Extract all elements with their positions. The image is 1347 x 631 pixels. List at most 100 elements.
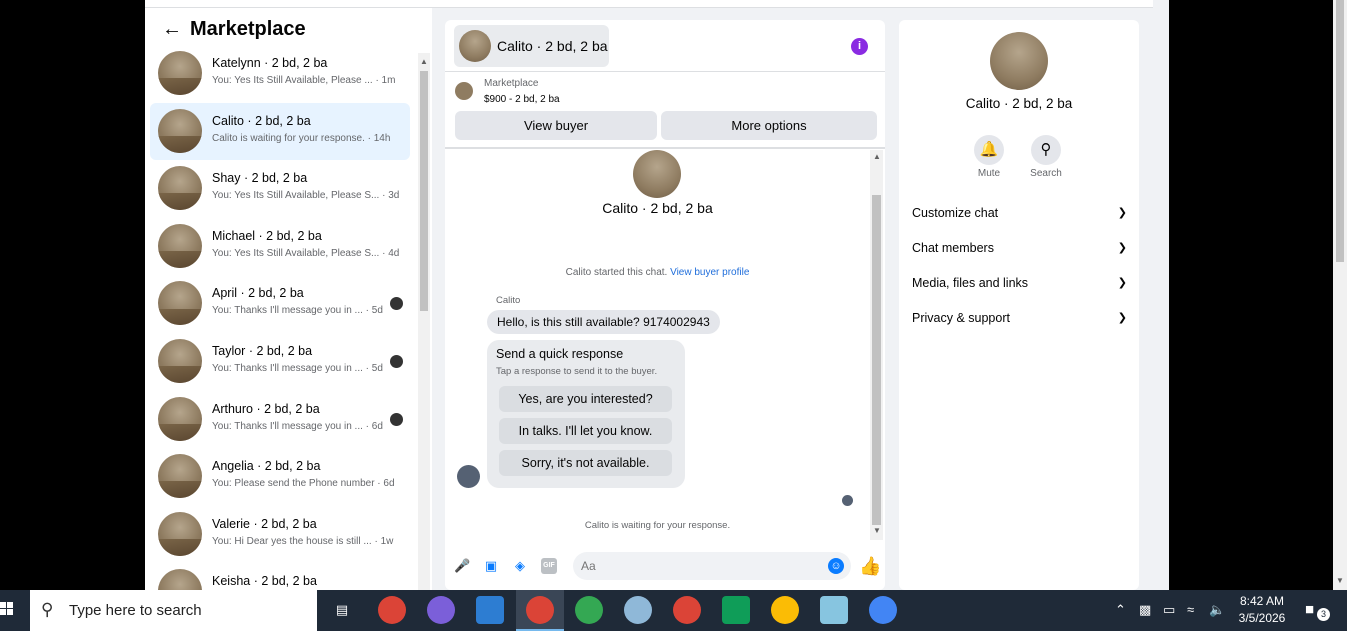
started-text: Calito started this chat. bbox=[565, 267, 668, 278]
conversation-item[interactable]: Keisha · 2 bd, 2 ba bbox=[150, 563, 410, 590]
chrome-icon[interactable] bbox=[869, 596, 897, 624]
conversation-item[interactable]: April · 2 bd, 2 ba You: Thanks I'll messa… bbox=[150, 275, 410, 333]
windows-start-icon[interactable] bbox=[0, 602, 14, 618]
thumbs-up-icon[interactable]: 👍 bbox=[859, 556, 881, 577]
listing-thumbnail bbox=[455, 82, 473, 100]
panel-header: ← Marketplace bbox=[145, 8, 432, 48]
conversation-item[interactable]: Valerie · 2 bd, 2 ba You: Hi Dear yes the… bbox=[150, 506, 410, 564]
quick-response-interested[interactable]: Yes, are you interested? bbox=[499, 386, 672, 412]
scroll-up-icon[interactable]: ▲ bbox=[420, 57, 428, 66]
read-receipt-avatar bbox=[390, 354, 403, 368]
emoji-icon[interactable]: ☺ bbox=[828, 558, 844, 574]
messenger-app: ← Marketplace Katelynn · 2 bd, 2 ba You: … bbox=[145, 0, 1169, 590]
conversation-item[interactable]: Taylor · 2 bd, 2 ba You: Thanks I'll mess… bbox=[150, 333, 410, 391]
quick-response-in-talks[interactable]: In talks. I'll let you know. bbox=[499, 418, 672, 444]
volume-icon[interactable]: 🔈 bbox=[1209, 602, 1225, 618]
chat-header: Calito · 2 bd, 2 ba i bbox=[445, 20, 885, 72]
notification-center[interactable]: ■ 3 bbox=[1305, 601, 1330, 621]
scroll-thumb[interactable] bbox=[420, 71, 428, 311]
listing-detail: $900 - 2 bd, 2 ba bbox=[484, 94, 560, 105]
listing-card: Marketplace $900 - 2 bd, 2 ba View buyer… bbox=[445, 73, 885, 149]
paint-icon[interactable] bbox=[624, 596, 652, 624]
sticker-icon[interactable]: ◈ bbox=[512, 558, 528, 574]
gif-icon[interactable]: GIF bbox=[541, 558, 557, 574]
chrome-profile-icon[interactable] bbox=[673, 596, 701, 624]
chat-scrollbar[interactable]: ▲ ▼ bbox=[870, 150, 883, 540]
taskbar-search-placeholder: Type here to search bbox=[69, 602, 202, 619]
taskbar-search[interactable]: ⚲ Type here to search bbox=[30, 590, 317, 631]
notification-badge: 3 bbox=[1317, 608, 1330, 621]
copilot-icon[interactable] bbox=[427, 596, 455, 624]
conversation-preview: You: Thanks I'll message you in ... · 5d bbox=[212, 305, 383, 317]
chrome-profile-icon[interactable] bbox=[526, 596, 554, 624]
wifi-icon[interactable]: ≈ bbox=[1187, 602, 1194, 617]
conversation-item[interactable]: Arthuro · 2 bd, 2 ba You: Thanks I'll mes… bbox=[150, 391, 410, 449]
meet-icon[interactable]: ▩ bbox=[1139, 602, 1151, 618]
section-customize-chat[interactable]: Customize chat ❯ bbox=[912, 206, 1127, 228]
task-view-icon[interactable]: ▤ bbox=[328, 596, 356, 624]
read-receipt-avatar bbox=[390, 412, 403, 426]
scroll-thumb[interactable] bbox=[872, 195, 881, 525]
chrome-profile-icon[interactable] bbox=[378, 596, 406, 624]
scroll-thumb[interactable] bbox=[1336, 0, 1344, 262]
conversation-name: Shay · 2 bd, 2 ba bbox=[212, 171, 308, 186]
quick-response-not-available[interactable]: Sorry, it's not available. bbox=[499, 450, 672, 476]
listing-thumbnail bbox=[158, 223, 202, 268]
listing-thumbnail bbox=[158, 569, 202, 590]
chrome-profile-icon[interactable] bbox=[771, 596, 799, 624]
search-label: Search bbox=[1030, 168, 1062, 179]
chrome-icon[interactable] bbox=[575, 596, 603, 624]
clock-date: 3/5/2026 bbox=[1238, 611, 1286, 625]
conversation-item[interactable]: Angelia · 2 bd, 2 ba You: Please send the… bbox=[150, 448, 410, 506]
conversation-list: Katelynn · 2 bd, 2 ba You: Yes Its Still … bbox=[150, 45, 410, 590]
back-arrow-icon[interactable]: ← bbox=[162, 19, 182, 39]
listing-thumbnail bbox=[158, 454, 202, 499]
conversation-item[interactable]: Calito · 2 bd, 2 ba Calito is waiting for… bbox=[150, 102, 410, 161]
listing-thumbnail bbox=[158, 51, 202, 95]
chevron-down-icon: ❯ bbox=[1117, 242, 1127, 254]
scroll-up-icon[interactable]: ▲ bbox=[873, 152, 881, 161]
search-button[interactable]: ⚲ Search bbox=[1021, 135, 1071, 179]
conversation-preview: You: Thanks I'll message you in ... · 5d bbox=[212, 362, 383, 374]
conversation-item[interactable]: Shay · 2 bd, 2 ba You: Yes Its Still Avai… bbox=[150, 160, 410, 218]
scroll-down-icon[interactable]: ▼ bbox=[873, 526, 881, 535]
panel-title: Marketplace bbox=[190, 18, 306, 40]
conversation-item[interactable]: Michael · 2 bd, 2 ba You: Yes Its Still A… bbox=[150, 218, 410, 276]
photo-icon[interactable]: ▣ bbox=[483, 558, 499, 574]
notification-icon: ■ bbox=[1305, 601, 1315, 618]
section-media-files-links[interactable]: Media, files and links ❯ bbox=[912, 276, 1127, 298]
bell-icon: 🔔 bbox=[974, 135, 1004, 165]
section-label: Media, files and links bbox=[912, 276, 1029, 290]
top-bar bbox=[145, 0, 1153, 8]
details-avatar bbox=[990, 32, 1048, 90]
waiting-notice: Calito is waiting for your response. bbox=[584, 520, 731, 531]
conversation-name: Valerie · 2 bd, 2 ba bbox=[212, 516, 317, 531]
info-icon[interactable]: i bbox=[851, 38, 868, 55]
section-privacy-support[interactable]: Privacy & support ❯ bbox=[912, 311, 1127, 333]
microphone-icon[interactable]: 🎤 bbox=[454, 558, 470, 574]
more-options-button[interactable]: More options bbox=[661, 111, 877, 140]
quick-response-title: Send a quick response bbox=[496, 347, 624, 361]
mute-button[interactable]: 🔔 Mute bbox=[964, 135, 1014, 179]
scroll-down-icon[interactable]: ▼ bbox=[1336, 576, 1344, 585]
chevron-up-icon[interactable]: ⌃ bbox=[1115, 602, 1126, 618]
conversation-preview: You: Yes Its Still Available, Please S..… bbox=[212, 190, 400, 202]
section-chat-members[interactable]: Chat members ❯ bbox=[912, 241, 1127, 263]
quick-response-subtitle: Tap a response to send it to the buyer. bbox=[496, 366, 658, 377]
notepad-icon[interactable] bbox=[820, 596, 848, 624]
view-buyer-profile-link[interactable]: View buyer profile bbox=[670, 267, 749, 278]
message-input[interactable] bbox=[573, 552, 851, 580]
conversation-panel: ← Marketplace Katelynn · 2 bd, 2 ba You: … bbox=[145, 8, 432, 590]
read-receipt-avatar bbox=[390, 297, 403, 311]
clock[interactable]: 8:42 AM 3/5/2026 bbox=[1232, 593, 1292, 627]
conversation-name: Michael · 2 bd, 2 ba bbox=[212, 228, 322, 243]
view-buyer-button[interactable]: View buyer bbox=[455, 111, 657, 140]
chat-title-chip[interactable]: Calito · 2 bd, 2 ba bbox=[454, 25, 609, 67]
voice-app-icon[interactable] bbox=[722, 596, 750, 624]
contacts-app-icon[interactable] bbox=[476, 596, 504, 624]
conversation-item[interactable]: Katelynn · 2 bd, 2 ba You: Yes Its Still … bbox=[150, 45, 410, 103]
battery-icon[interactable]: ▭ bbox=[1163, 602, 1175, 618]
mute-label: Mute bbox=[977, 168, 1001, 179]
conversation-scrollbar[interactable]: ▲ bbox=[418, 53, 430, 590]
browser-scrollbar[interactable]: ▼ bbox=[1333, 0, 1347, 590]
